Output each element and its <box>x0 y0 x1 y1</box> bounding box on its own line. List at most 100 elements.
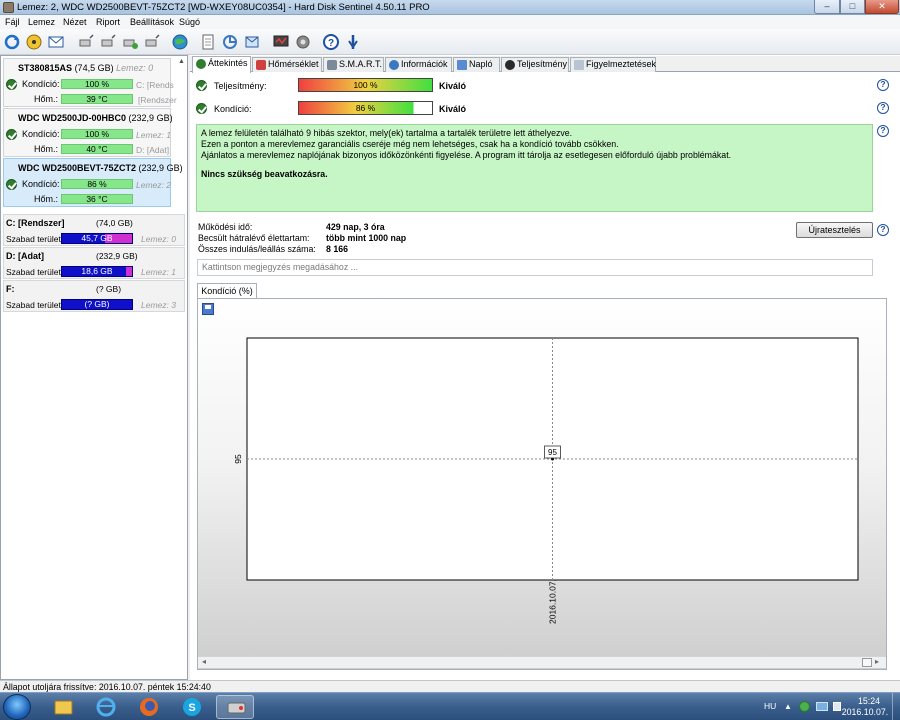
clock-time[interactable]: 15:24 <box>849 696 889 706</box>
disk-name: WDC WD2500JD-00HBC0 <box>18 113 127 123</box>
copy-icon[interactable] <box>221 33 239 51</box>
menu-help[interactable]: Súgó <box>179 17 200 27</box>
scroll-left-arrow[interactable]: ◂ <box>202 657 206 666</box>
mail-icon[interactable] <box>47 33 65 51</box>
disk-list-panel: ▲ ST380815AS (74,5 GB) Lemez: 0 Kondíció… <box>0 55 188 680</box>
tray-arrow-icon[interactable]: ▲ <box>784 702 792 711</box>
scroll-right-arrow[interactable]: ▸ <box>875 657 879 666</box>
tab-log[interactable]: Napló <box>453 57 500 72</box>
disk-card-2[interactable]: WDC WD2500BEVT-75ZCT2 (232,9 GB) Kondíci… <box>3 158 183 207</box>
info-icon[interactable] <box>344 33 362 51</box>
free-space-value: (? GB) <box>84 299 110 309</box>
hds-icon[interactable] <box>216 695 254 719</box>
network-settings-icon[interactable] <box>143 33 161 51</box>
tab-alerts[interactable]: Figyelmeztetések <box>570 57 656 72</box>
show-desktop-button[interactable] <box>892 693 900 720</box>
test-icon[interactable] <box>272 33 290 51</box>
ie-icon[interactable] <box>87 695 125 719</box>
volume-label: D: [Adat] <box>6 251 44 261</box>
menu-disk[interactable]: Lemez <box>28 17 55 27</box>
menu-settings[interactable]: Beállítások <box>130 17 174 27</box>
condition-status: Kiváló <box>439 104 467 114</box>
maximize-button[interactable]: □ <box>840 0 865 14</box>
clock-date[interactable]: 2016.10.07. <box>840 707 890 717</box>
tab-temperature[interactable]: Hőmérséklet <box>252 57 322 72</box>
menu-view[interactable]: Nézet <box>63 17 87 27</box>
tab-performance[interactable]: Teljesítmény <box>501 57 569 72</box>
x-tick-label: 2016.10.07. <box>548 579 558 624</box>
disk-id: Lemez: 2 <box>136 180 171 190</box>
disk-id: Lemez: 1 <box>136 130 171 140</box>
minimize-button[interactable]: – <box>814 0 840 14</box>
tab-label: Figyelmeztetések <box>586 59 657 69</box>
network-icon[interactable] <box>77 33 95 51</box>
document-icon[interactable] <box>199 33 217 51</box>
skype-icon[interactable]: S <box>173 695 211 719</box>
tab-smart[interactable]: S.M.A.R.T. <box>323 57 384 72</box>
temperature-bar: 40 °C <box>61 144 133 154</box>
start-button[interactable] <box>3 694 31 720</box>
language-indicator[interactable]: HU <box>764 701 776 711</box>
network-remove-icon[interactable] <box>121 33 139 51</box>
free-space-bar: 45,7 GB <box>61 233 133 244</box>
performance-value: 100 % <box>353 80 378 90</box>
globe-icon[interactable] <box>171 33 189 51</box>
condition-help-icon[interactable]: ? <box>877 102 889 114</box>
temperature-bar: 39 °C <box>61 94 133 104</box>
message-help-icon[interactable]: ? <box>877 125 889 137</box>
condition-label: Kondíció: <box>22 79 60 89</box>
disk-info-icon[interactable] <box>25 33 43 51</box>
volume-name: D: [Adat] <box>6 251 44 261</box>
performance-help-icon[interactable]: ? <box>877 79 889 91</box>
info-icon <box>389 60 399 70</box>
scroll-thumb[interactable] <box>862 658 872 667</box>
network-add-icon[interactable] <box>99 33 117 51</box>
scroll-up-arrow[interactable]: ▲ <box>176 58 187 69</box>
temperature-label: Hőm.: <box>34 144 59 154</box>
email-report-icon[interactable] <box>243 33 261 51</box>
free-space-label: Szabad terület <box>6 267 61 277</box>
lifetime-value: több mint 1000 nap <box>326 233 407 243</box>
disk-card-0[interactable]: ST380815AS (74,5 GB) Lemez: 0 Kondíció: … <box>3 58 177 107</box>
volume-card-c[interactable]: C: [Rendszer] (74,0 GB) Szabad terület 4… <box>3 214 185 246</box>
horizontal-scrollbar[interactable]: ◂ ▸ <box>198 656 886 668</box>
retest-button[interactable]: Újratesztelés <box>796 222 873 238</box>
status-text: Állapot utoljára frissítve: 2016.10.07. … <box>3 682 211 692</box>
disk-size: (232,9 GB) <box>138 163 183 173</box>
firefox-icon[interactable] <box>130 695 168 719</box>
free-space-value: 18,6 GB <box>81 266 113 276</box>
volume-card-d[interactable]: D: [Adat] (232,9 GB) Szabad terület 18,6… <box>3 247 185 279</box>
volume-disk: Lemez: 0 <box>141 234 176 244</box>
disk-size: (74,5 GB) <box>74 63 114 73</box>
app-icon <box>3 2 14 13</box>
hds-tray-icon[interactable] <box>799 701 810 712</box>
refresh-icon[interactable] <box>3 33 21 51</box>
condition-bar: 86 % <box>298 101 433 115</box>
temperature-label: Hőm.: <box>34 94 59 104</box>
condition-chart: 95 2016.10.07. 95 <box>233 337 859 624</box>
tab-label: Hőmérséklet <box>268 59 319 69</box>
tab-condition-chart[interactable]: Kondíció (%) <box>197 283 257 299</box>
explorer-icon[interactable] <box>44 695 82 719</box>
retest-help-icon[interactable]: ? <box>877 224 889 236</box>
title-bar[interactable]: Lemez: 2, WDC WD2500BEVT-75ZCT2 [WD-WXEY… <box>0 0 900 15</box>
disk-title: WDC WD2500JD-00HBC0 (232,9 GB) <box>18 113 173 123</box>
volume-card-f[interactable]: F: (? GB) Szabad terület (? GB) Lemez: 3 <box>3 280 185 312</box>
note-input[interactable]: Kattintson megjegyzés megadásához ... <box>197 259 873 276</box>
disk-card-1[interactable]: WDC WD2500JD-00HBC0 (232,9 GB) Kondíció:… <box>3 108 173 157</box>
volume-size: (232,9 GB) <box>96 251 138 261</box>
settings-icon[interactable] <box>294 33 312 51</box>
menu-file[interactable]: Fájl <box>5 17 20 27</box>
help-icon[interactable]: ? <box>322 33 340 51</box>
network-tray-icon[interactable] <box>816 702 828 711</box>
tab-information[interactable]: Információk <box>385 57 452 72</box>
tab-overview[interactable]: Áttekintés <box>192 56 251 73</box>
volume-label: F: <box>6 284 15 294</box>
used-space-fill <box>126 267 132 276</box>
volume-disk: Lemez: 3 <box>141 300 176 310</box>
close-button[interactable]: ✕ <box>865 0 899 14</box>
performance-ok-icon <box>196 80 207 91</box>
y-tick-label: 95 <box>233 454 243 464</box>
smart-icon <box>327 60 337 70</box>
menu-report[interactable]: Riport <box>96 17 120 27</box>
